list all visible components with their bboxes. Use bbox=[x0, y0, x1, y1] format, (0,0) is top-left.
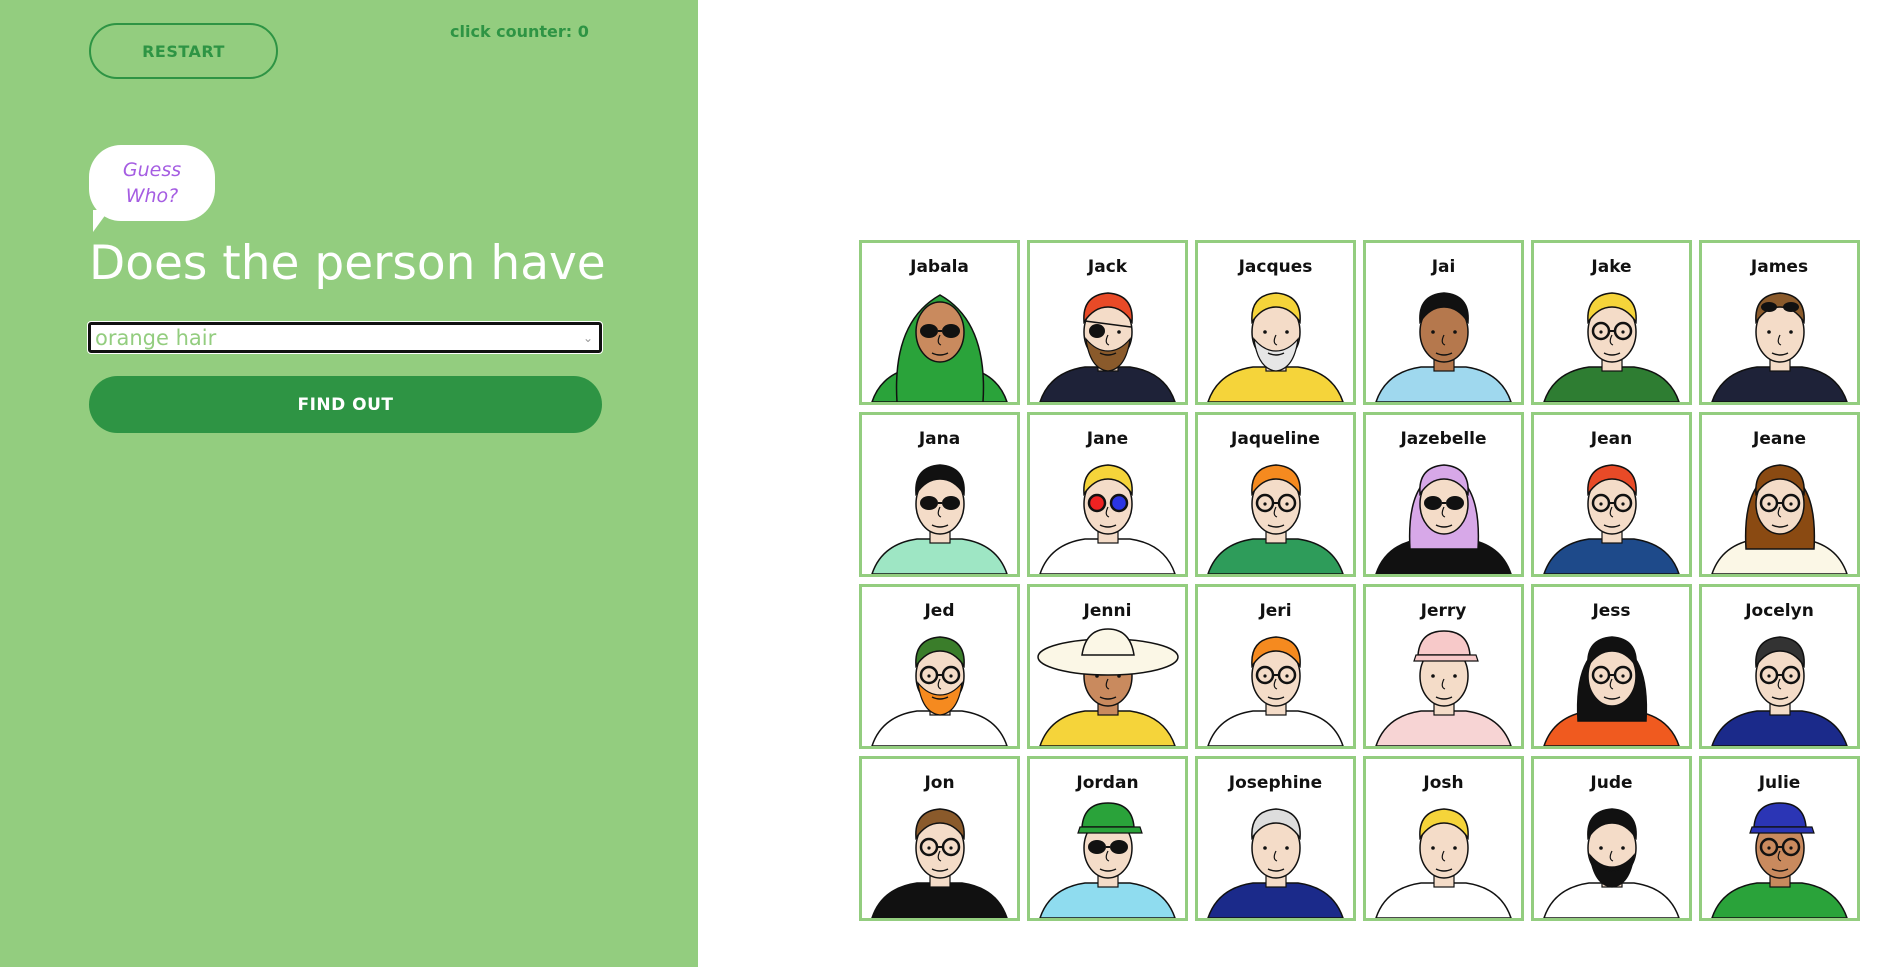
logo-line-2: Who? bbox=[125, 185, 179, 207]
character-portrait bbox=[871, 808, 1008, 918]
character-portrait bbox=[1375, 808, 1512, 918]
character-portrait bbox=[1039, 292, 1176, 402]
character-card[interactable]: Jai bbox=[1363, 240, 1524, 405]
character-portrait bbox=[871, 294, 1008, 402]
character-portrait bbox=[1207, 464, 1344, 574]
character-portrait bbox=[1375, 292, 1512, 402]
attribute-select[interactable]: orange hair ⌄ bbox=[87, 321, 603, 354]
character-card[interactable]: Julie bbox=[1699, 756, 1860, 921]
character-portrait bbox=[1543, 636, 1680, 746]
character-name: Jed bbox=[924, 601, 955, 621]
character-name: James bbox=[1750, 257, 1809, 277]
character-card[interactable]: Jabala bbox=[859, 240, 1020, 405]
character-card[interactable]: Jazebelle bbox=[1363, 412, 1524, 577]
character-portrait bbox=[1375, 630, 1512, 746]
character-name: Josh bbox=[1423, 773, 1464, 793]
sidebar-panel: RESTART click counter: 0 Guess Who? Does… bbox=[0, 0, 698, 967]
character-name: Jabala bbox=[910, 257, 969, 277]
character-name: Jack bbox=[1087, 257, 1128, 277]
click-counter: click counter: 0 bbox=[450, 22, 589, 41]
character-name: Jake bbox=[1591, 257, 1632, 277]
character-name: Jaqueline bbox=[1231, 429, 1320, 449]
character-card[interactable]: Jocelyn bbox=[1699, 584, 1860, 749]
character-name: Jerry bbox=[1420, 601, 1467, 621]
character-name: Jordan bbox=[1076, 773, 1139, 793]
character-portrait bbox=[871, 636, 1008, 746]
character-name: Jude bbox=[1590, 773, 1633, 793]
character-portrait bbox=[1207, 636, 1344, 746]
character-card[interactable]: Jake bbox=[1531, 240, 1692, 405]
character-card[interactable]: Jean bbox=[1531, 412, 1692, 577]
character-name: Jeane bbox=[1753, 429, 1806, 449]
character-card[interactable]: Jane bbox=[1027, 412, 1188, 577]
attribute-select-value: orange hair bbox=[95, 325, 217, 350]
restart-button[interactable]: RESTART bbox=[89, 23, 278, 79]
character-card[interactable]: Jacques bbox=[1195, 240, 1356, 405]
character-portrait bbox=[1543, 808, 1680, 918]
character-portrait bbox=[1039, 802, 1176, 918]
guess-who-logo: Guess Who? bbox=[89, 145, 215, 221]
character-name: Jon bbox=[924, 773, 955, 793]
character-portrait bbox=[871, 464, 1008, 574]
character-name: Jane bbox=[1086, 429, 1129, 449]
character-portrait bbox=[1711, 802, 1848, 918]
character-portrait bbox=[1207, 808, 1344, 918]
character-name: Jana bbox=[918, 429, 961, 449]
character-portrait bbox=[1711, 292, 1848, 402]
character-portrait bbox=[1711, 636, 1848, 746]
character-name: Jeri bbox=[1259, 601, 1292, 621]
question-heading: Does the person have bbox=[89, 236, 606, 291]
character-card[interactable]: James bbox=[1699, 240, 1860, 405]
character-name: Jenni bbox=[1083, 601, 1132, 621]
character-portrait bbox=[1711, 464, 1848, 574]
character-card[interactable]: Josephine bbox=[1195, 756, 1356, 921]
character-card[interactable]: Jeri bbox=[1195, 584, 1356, 749]
character-card[interactable]: Jack bbox=[1027, 240, 1188, 405]
character-card[interactable]: Jude bbox=[1531, 756, 1692, 921]
character-portrait bbox=[1039, 464, 1176, 574]
character-name: Jess bbox=[1592, 601, 1631, 621]
character-card[interactable]: Jon bbox=[859, 756, 1020, 921]
logo-line-1: Guess bbox=[122, 159, 182, 181]
character-portrait bbox=[1543, 292, 1680, 402]
character-card[interactable]: Jed bbox=[859, 584, 1020, 749]
character-card[interactable]: Jeane bbox=[1699, 412, 1860, 577]
character-name: Jacques bbox=[1238, 257, 1313, 277]
character-portrait bbox=[1543, 464, 1680, 574]
character-portrait bbox=[1037, 628, 1179, 746]
character-portrait bbox=[1207, 292, 1344, 402]
character-name: Jean bbox=[1590, 429, 1633, 449]
character-name: Josephine bbox=[1228, 773, 1323, 793]
character-name: Jocelyn bbox=[1745, 601, 1814, 621]
character-name: Jazebelle bbox=[1400, 429, 1487, 449]
find-out-button[interactable]: FIND OUT bbox=[89, 376, 602, 433]
character-card[interactable]: Jenni bbox=[1027, 584, 1188, 749]
character-card[interactable]: Jess bbox=[1531, 584, 1692, 749]
character-name: Julie bbox=[1758, 773, 1801, 793]
character-card[interactable]: Jaqueline bbox=[1195, 412, 1356, 577]
character-card[interactable]: Jana bbox=[859, 412, 1020, 577]
character-card[interactable]: Jordan bbox=[1027, 756, 1188, 921]
character-card[interactable]: Josh bbox=[1363, 756, 1524, 921]
character-card[interactable]: Jerry bbox=[1363, 584, 1524, 749]
character-name: Jai bbox=[1431, 257, 1456, 277]
character-board: Jabala Jack Jacques Jai Jake James Jana Jane Jaq… bbox=[859, 240, 1860, 921]
character-portrait bbox=[1375, 464, 1512, 574]
chevron-down-icon: ⌄ bbox=[582, 330, 593, 345]
